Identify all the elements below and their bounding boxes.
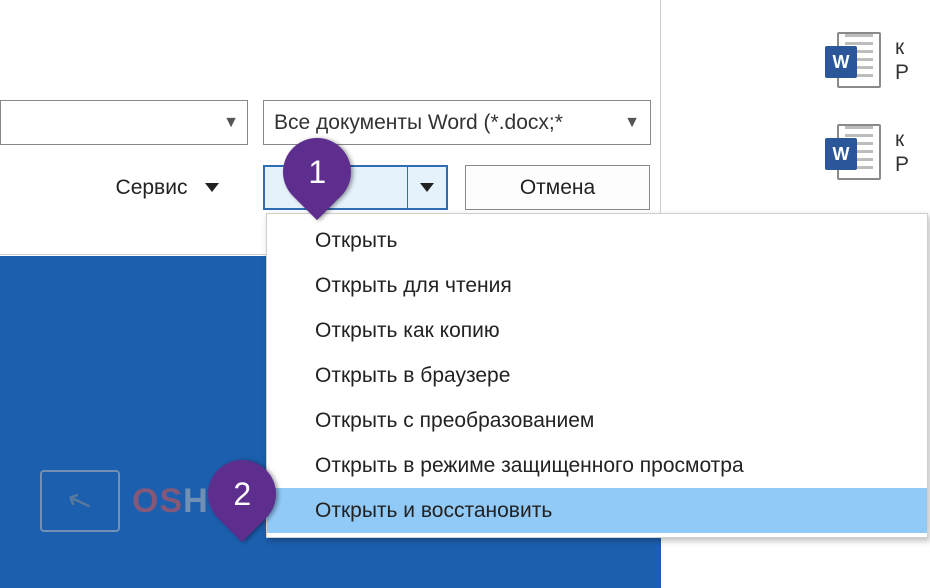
file-label: к P [895,127,909,177]
filename-combobox[interactable]: ▼ [0,100,248,145]
annotation-pin-2: 2 [205,460,279,552]
filetype-label: Все документы Word (*.docx;* [274,111,563,135]
cancel-button[interactable]: Отмена [465,165,650,210]
file-item[interactable]: W к P [825,30,930,90]
menu-item-open-protected[interactable]: Открыть в режиме защищенного просмотра [267,443,927,488]
menu-item-label: Открыть с преобразованием [315,409,594,433]
menu-item-open-transform[interactable]: Открыть с преобразованием [267,398,927,443]
menu-item-open-copy[interactable]: Открыть как копию [267,308,927,353]
menu-item-open-repair[interactable]: Открыть и восстановить [267,488,927,533]
menu-item-label: Открыть в браузере [315,364,510,388]
open-mode-menu: Открыть Открыть для чтения Открыть как к… [266,213,928,538]
triangle-down-icon [420,183,434,192]
menu-item-label: Открыть и восстановить [315,499,552,523]
menu-item-label: Открыть в режиме защищенного просмотра [315,454,744,478]
cancel-label: Отмена [520,176,595,200]
menu-item-label: Открыть для чтения [315,274,512,298]
chevron-down-icon: ▼ [223,114,239,132]
chevron-down-icon: ▼ [624,114,640,132]
menu-item-open-browser[interactable]: Открыть в браузере [267,353,927,398]
word-doc-icon: W [825,124,881,180]
menu-item-label: Открыть [315,229,397,253]
word-doc-icon: W [825,32,881,88]
cursor-icon: ↖ [40,470,120,532]
menu-item-label: Открыть как копию [315,319,500,343]
menu-item-open[interactable]: Открыть [267,218,927,263]
tools-dropdown[interactable]: Сервис [90,165,245,210]
open-button-dropdown[interactable] [408,167,446,208]
file-label: к P [895,35,909,85]
tools-label: Сервис [116,176,188,200]
annotation-pin-1: 1 [280,138,354,230]
triangle-down-icon [205,183,219,192]
file-item[interactable]: W к P [825,122,930,182]
menu-item-open-readonly[interactable]: Открыть для чтения [267,263,927,308]
